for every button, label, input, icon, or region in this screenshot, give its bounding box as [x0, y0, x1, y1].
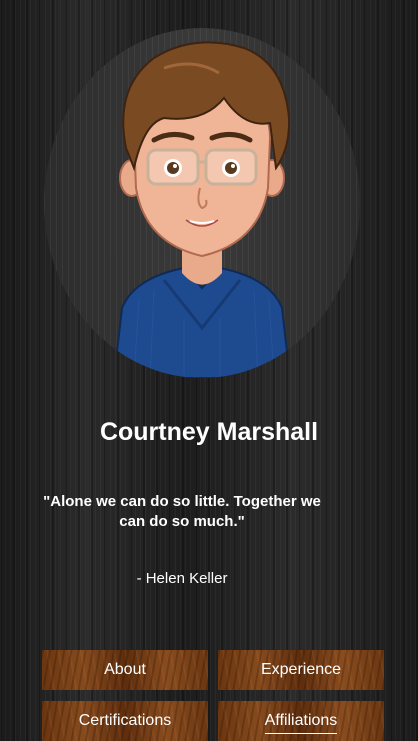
- about-button[interactable]: About: [42, 650, 208, 690]
- about-button-label: About: [104, 661, 146, 678]
- certifications-button-label: Certifications: [78, 712, 172, 729]
- profile-quote: "Alone we can do so little. Together we …: [43, 493, 321, 530]
- affiliations-button[interactable]: Affiliations: [218, 701, 384, 741]
- affiliations-button-label: Affiliations: [264, 709, 338, 734]
- profile-avatar: [44, 28, 360, 378]
- experience-button[interactable]: Experience: [218, 650, 384, 690]
- certifications-button[interactable]: Certifications: [42, 701, 208, 741]
- profile-name: Courtney Marshall: [99, 418, 319, 446]
- quote-author: - Helen Keller: [136, 570, 228, 587]
- cartoon-avatar-image: [112, 41, 292, 378]
- experience-button-label: Experience: [260, 661, 342, 678]
